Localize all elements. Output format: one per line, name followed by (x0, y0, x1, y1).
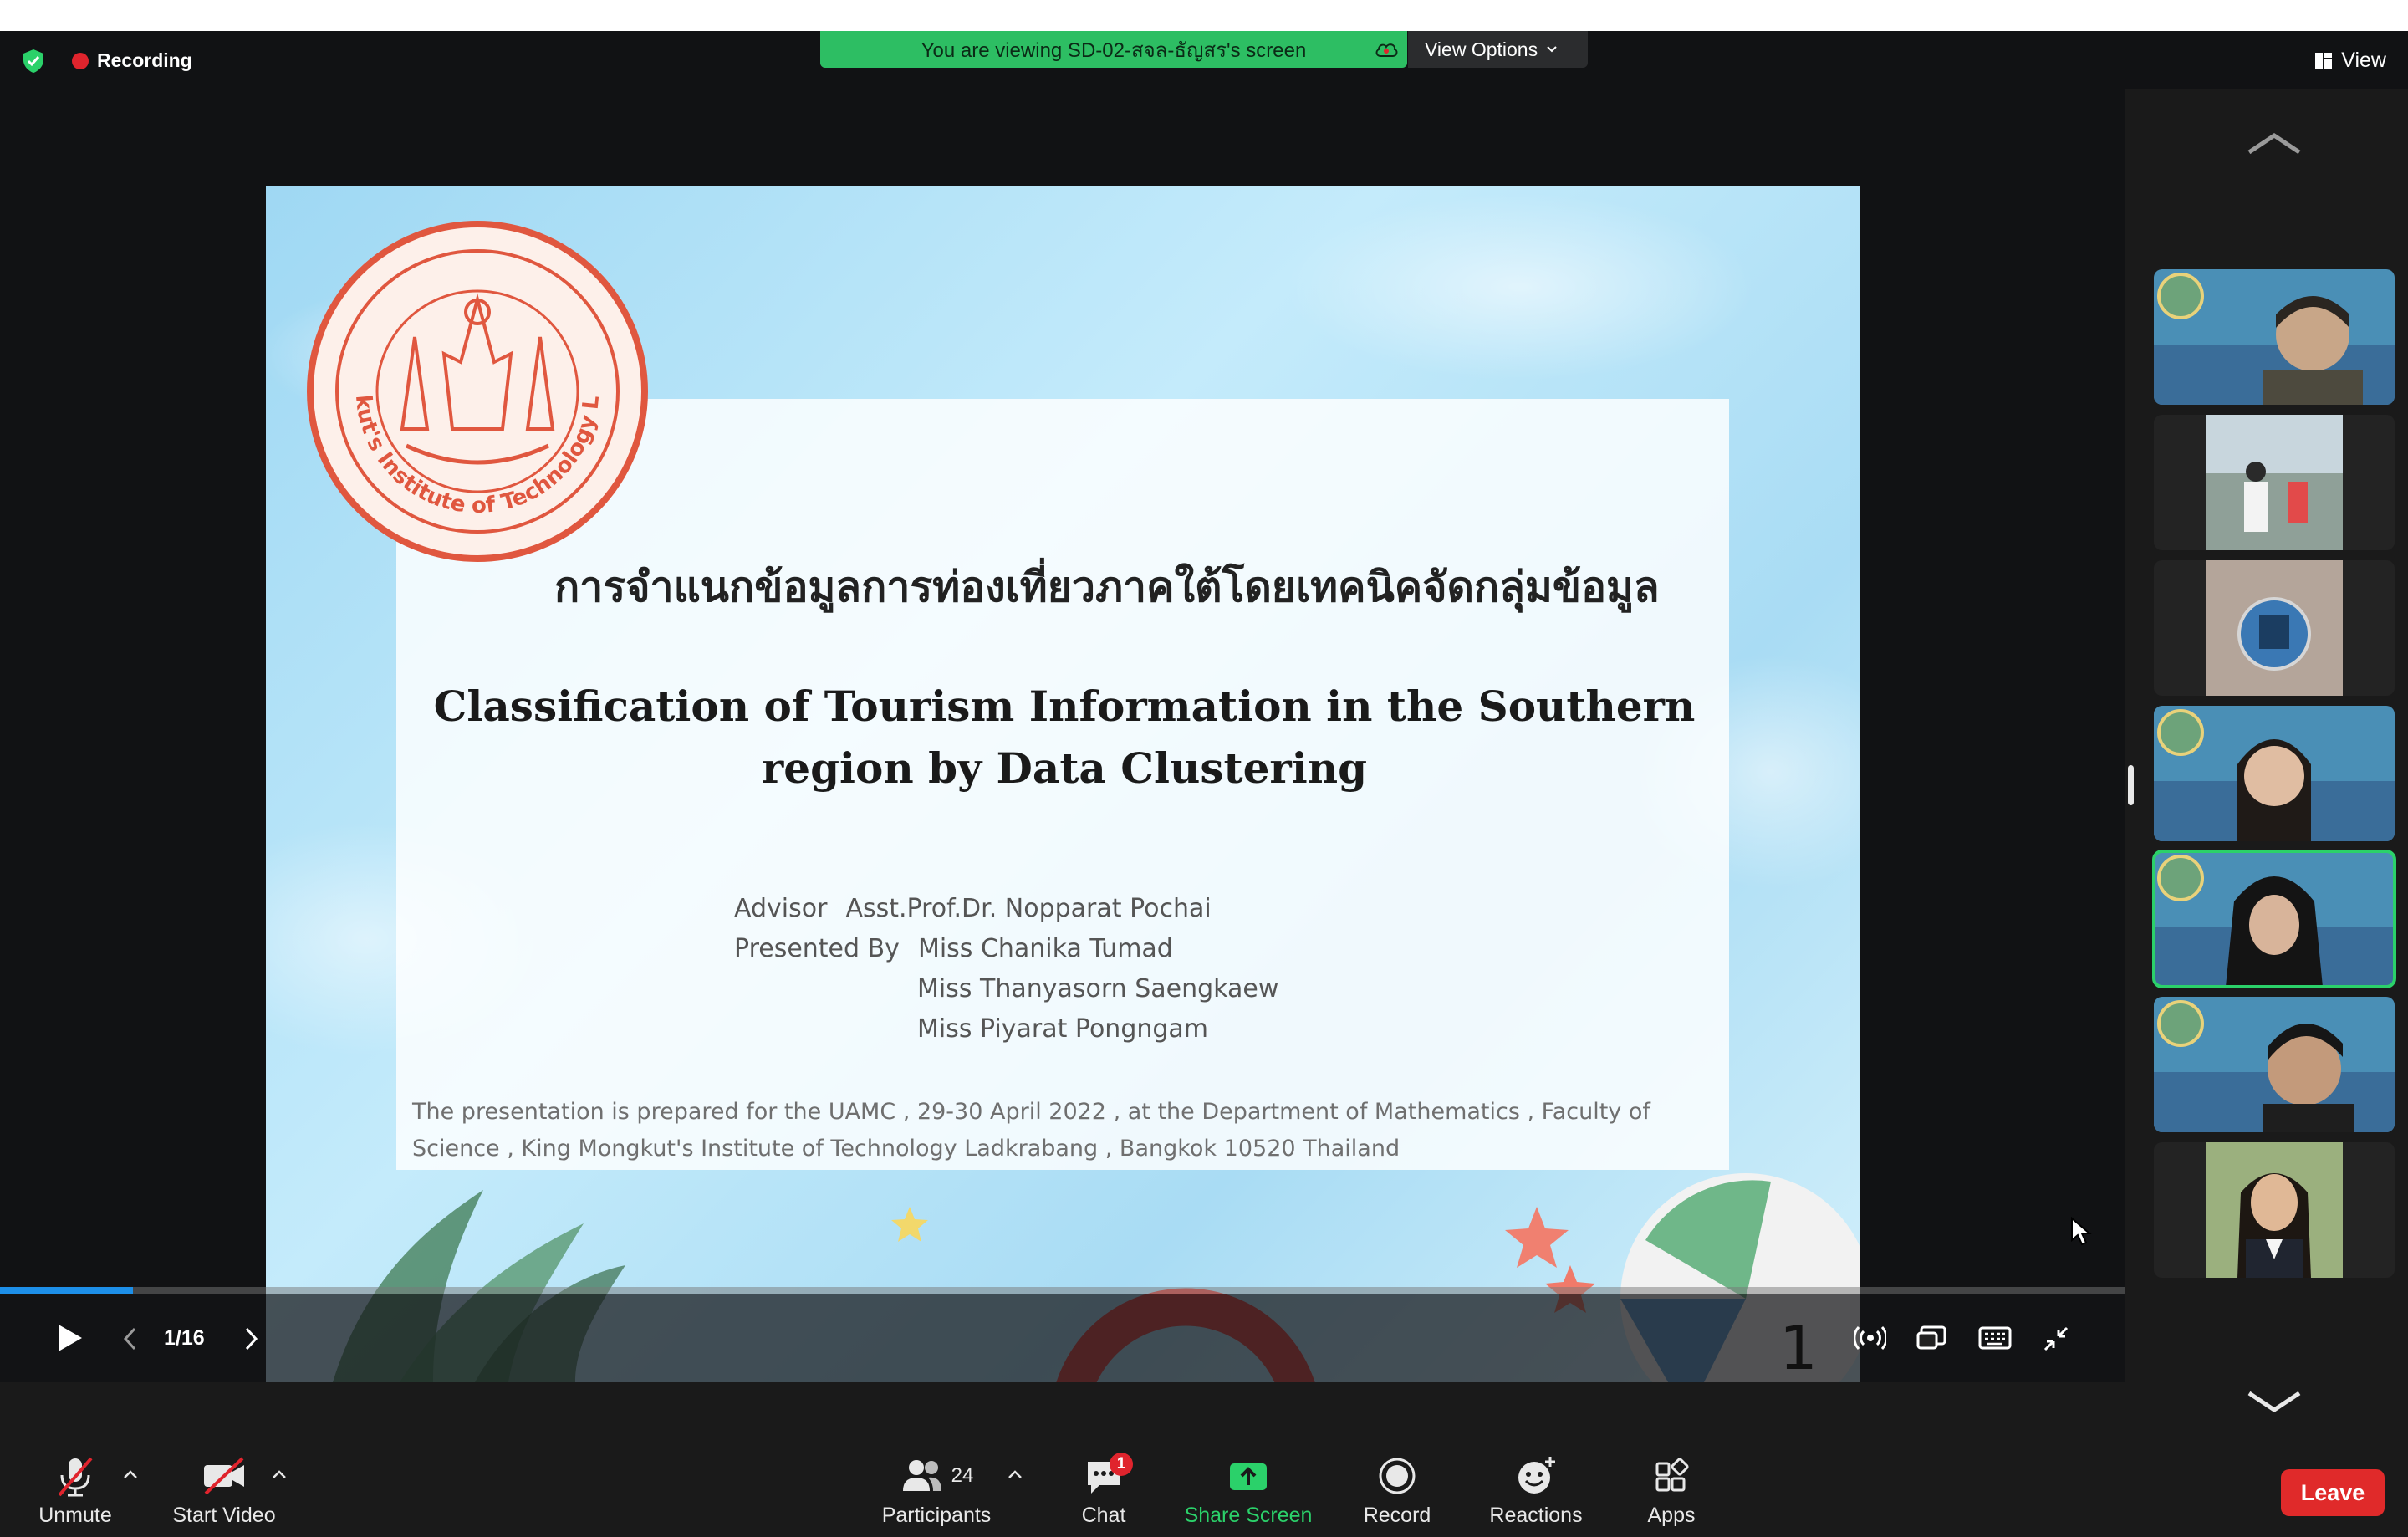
view-label: View (2341, 49, 2386, 72)
unmute-button[interactable]: Unmute (0, 1453, 150, 1528)
chat-button[interactable]: Chat (1028, 1453, 1179, 1528)
viewing-screen-text: You are viewing SD-02-สจล-ธัญสร's screen (921, 38, 1307, 62)
scroll-up-icon[interactable] (2246, 132, 2303, 156)
participant-video-tile[interactable] (2154, 997, 2395, 1132)
play-icon[interactable] (55, 1323, 84, 1353)
record-label: Record (1363, 1504, 1431, 1527)
presenter-row: Miss Piyarat Pongngam (734, 1009, 1278, 1049)
screen-toggle-icon[interactable] (1916, 1325, 1948, 1351)
recording-indicator[interactable]: Recording (72, 49, 192, 72)
broadcast-icon[interactable] (1854, 1325, 1886, 1351)
layout-grid-icon (2315, 52, 2333, 69)
video-options-caret-icon[interactable] (271, 1468, 288, 1480)
university-seal-logo: King Mongkut's Institute of Technology L… (306, 220, 648, 562)
top-margin (0, 0, 2408, 31)
video-camera-off-icon (204, 1457, 244, 1495)
participant-video-thumbnail (2154, 997, 2395, 1132)
participant-video-tile[interactable] (2154, 269, 2395, 405)
mouse-cursor-icon (2071, 1217, 2092, 1246)
participant-video-thumbnail (2154, 706, 2395, 841)
credits-block: Advisor Asst.Prof.Dr. Nopparat Pochai Pr… (734, 889, 1278, 1049)
participants-icon (902, 1460, 941, 1491)
english-title: Classification of Tourism Information in… (400, 676, 1729, 799)
share-screen-label: Share Screen (1184, 1504, 1313, 1527)
slideshow-progress-fill (0, 1287, 133, 1294)
cloud-recording-icon (1375, 43, 1398, 57)
view-options-label: View Options (1425, 38, 1538, 60)
zoom-meeting-window: Recording You are viewing SD-02-สจล-ธัญส… (0, 0, 2408, 1537)
participant-video-thumbnail (2154, 1142, 2395, 1278)
advisor-name: Asst.Prof.Dr. Nopparat Pochai (845, 894, 1212, 923)
apps-button[interactable]: Apps (1596, 1453, 1747, 1528)
participants-label: Participants (881, 1504, 992, 1527)
recording-label: Recording (97, 49, 192, 71)
share-screen-icon (1230, 1463, 1267, 1490)
view-layout-button[interactable]: View (2314, 49, 2386, 73)
thai-title: การจำแนกข้อมูลการท่องเที่ยวภาคใต้โดยเทคน… (554, 562, 1660, 611)
participant-video-tile[interactable] (2154, 415, 2395, 550)
next-slide-icon[interactable] (244, 1326, 259, 1351)
participants-options-caret-icon[interactable] (1007, 1468, 1023, 1480)
scroll-down-icon[interactable] (2246, 1390, 2303, 1413)
record-icon (1379, 1458, 1416, 1494)
presented-by-label: Presented By (734, 934, 900, 963)
english-title-line-1: Classification of Tourism Information in… (433, 682, 1696, 731)
view-options-dropdown[interactable]: View Options (1408, 31, 1588, 68)
start-video-button[interactable]: Start Video (149, 1453, 299, 1528)
footnote-line-1: The presentation is prepared for the UAM… (412, 1099, 1650, 1125)
unmute-label: Unmute (38, 1504, 112, 1527)
apps-icon (1656, 1458, 1689, 1492)
presentation-slide: King Mongkut's Institute of Technology L… (266, 186, 1860, 1382)
slide-page-indicator: 1/16 (164, 1326, 205, 1350)
presenter-row: Presented By Miss Chanika Tumad (734, 929, 1278, 969)
presenter-name: Miss Thanyasorn Saengkaew (917, 974, 1279, 1003)
participants-count: 24 (951, 1464, 974, 1487)
english-title-line-2: region by Data Clustering (761, 743, 1368, 793)
conference-footnote: The presentation is prepared for the UAM… (412, 1094, 1683, 1167)
participant-video-tile[interactable] (2154, 1142, 2395, 1278)
security-shield-icon[interactable] (20, 48, 47, 74)
slideshow-progress-track (0, 1287, 2125, 1294)
participant-video-thumbnail (2154, 851, 2395, 987)
record-button[interactable]: Record (1322, 1453, 1472, 1528)
advisor-label: Advisor (734, 894, 828, 923)
leave-meeting-button[interactable]: Leave (2281, 1469, 2385, 1516)
reactions-button[interactable]: Reactions (1461, 1453, 1611, 1528)
participants-button[interactable]: 24 Participants (861, 1453, 1012, 1528)
audio-options-caret-icon[interactable] (122, 1468, 139, 1480)
viewing-screen-banner: You are viewing SD-02-สจล-ธัญสร's screen (820, 31, 1407, 68)
participant-video-thumbnail (2154, 415, 2395, 550)
slide-number: 1 (1779, 1313, 1818, 1383)
participant-video-thumbnail (2154, 269, 2395, 405)
footnote-line-2: Science , King Mongkut's Institute of Te… (412, 1136, 1400, 1162)
chat-unread-badge: 1 (1110, 1453, 1133, 1476)
participant-video-tile[interactable] (2154, 706, 2395, 841)
advisor-row: Advisor Asst.Prof.Dr. Nopparat Pochai (734, 889, 1278, 929)
presenter-name: Miss Chanika Tumad (917, 934, 1173, 963)
exit-fullscreen-icon[interactable] (2042, 1325, 2070, 1353)
recording-dot-icon (72, 52, 89, 69)
chevron-down-icon (1547, 46, 1557, 53)
presenter-row: Miss Thanyasorn Saengkaew (734, 969, 1278, 1009)
participant-strip-scrollbar[interactable] (2128, 765, 2134, 805)
start-video-label: Start Video (172, 1504, 276, 1527)
keyboard-icon[interactable] (1978, 1326, 2012, 1350)
participant-video-tile-active-speaker[interactable] (2152, 850, 2396, 988)
chat-label: Chat (1081, 1504, 1126, 1527)
apps-label: Apps (1647, 1504, 1696, 1527)
microphone-muted-icon (58, 1457, 93, 1497)
participant-video-tile[interactable] (2154, 560, 2395, 696)
participants-icon-group: 24 (861, 1453, 1012, 1499)
participant-video-thumbnail (2154, 560, 2395, 696)
share-screen-button[interactable]: Share Screen (1173, 1453, 1324, 1528)
presenter-name: Miss Piyarat Pongngam (917, 1014, 1209, 1044)
reactions-smiley-icon (1518, 1457, 1555, 1494)
previous-slide-icon[interactable] (122, 1326, 137, 1351)
reactions-label: Reactions (1489, 1504, 1583, 1527)
